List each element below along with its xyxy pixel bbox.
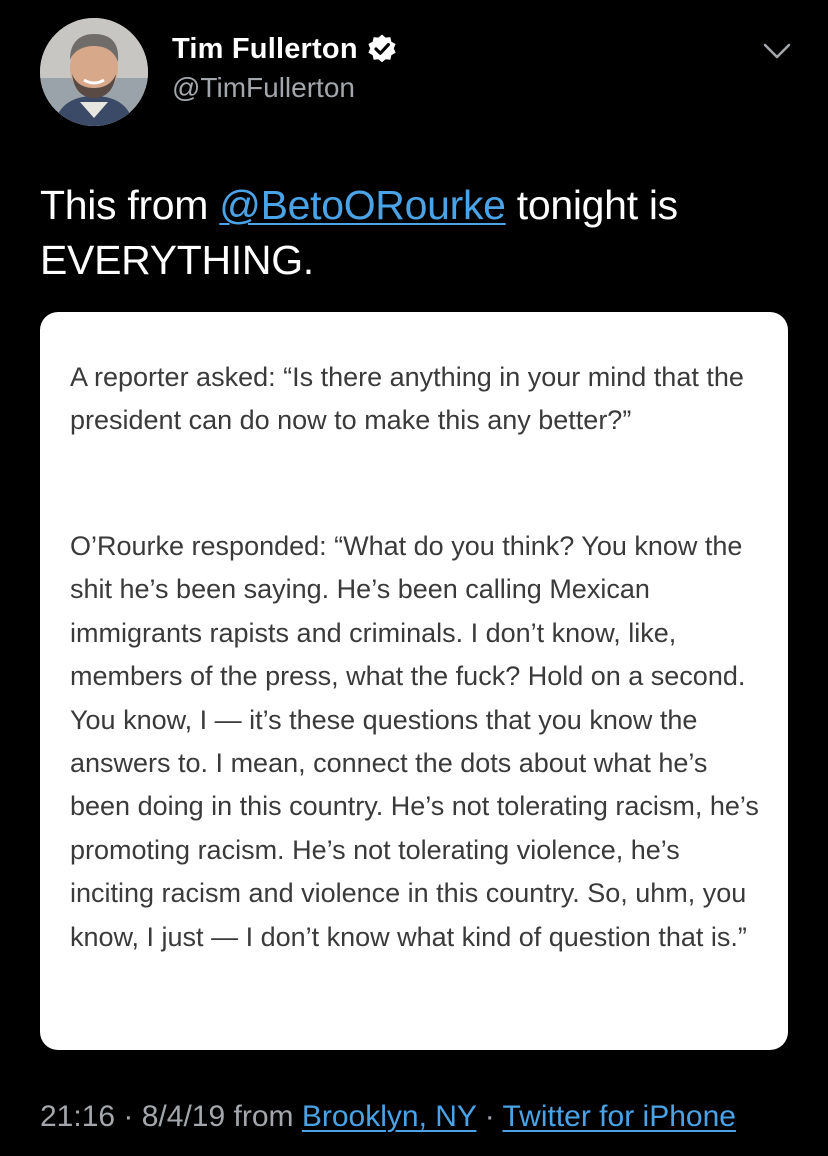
author-name[interactable]: Tim Fullerton [172, 33, 358, 66]
verified-badge-icon [366, 33, 398, 65]
author-handle[interactable]: @TimFullerton [172, 72, 355, 104]
meta-from: from [225, 1100, 302, 1133]
tweet-date: 8/4/19 [141, 1100, 226, 1133]
location-link[interactable]: Brooklyn, NY [302, 1100, 477, 1133]
tweet-time: 21:16 [40, 1100, 116, 1133]
avatar[interactable] [40, 18, 148, 126]
chevron-down-icon[interactable] [762, 40, 792, 62]
media-paragraph-question: A reporter asked: “Is there anything in … [70, 362, 744, 436]
avatar-photo [40, 18, 148, 126]
meta-separator: · [115, 1100, 142, 1133]
tweet-text-prefix: This from [40, 182, 220, 228]
media-card[interactable]: A reporter asked: “Is there anything in … [40, 312, 788, 1050]
mention-link[interactable]: @BetoORourke [219, 182, 506, 228]
source-link[interactable]: Twitter for iPhone [503, 1100, 736, 1133]
meta-separator: · [476, 1100, 503, 1133]
tweet-meta: 21:16 · 8/4/19 from Brooklyn, NY · Twitt… [40, 1100, 736, 1134]
tweet-text: This from @BetoORourke tonight is EVERYT… [40, 178, 800, 288]
author-name-row[interactable]: Tim Fullerton [172, 30, 398, 68]
media-paragraph-response: O’Rourke responded: “What do you think? … [70, 531, 759, 952]
